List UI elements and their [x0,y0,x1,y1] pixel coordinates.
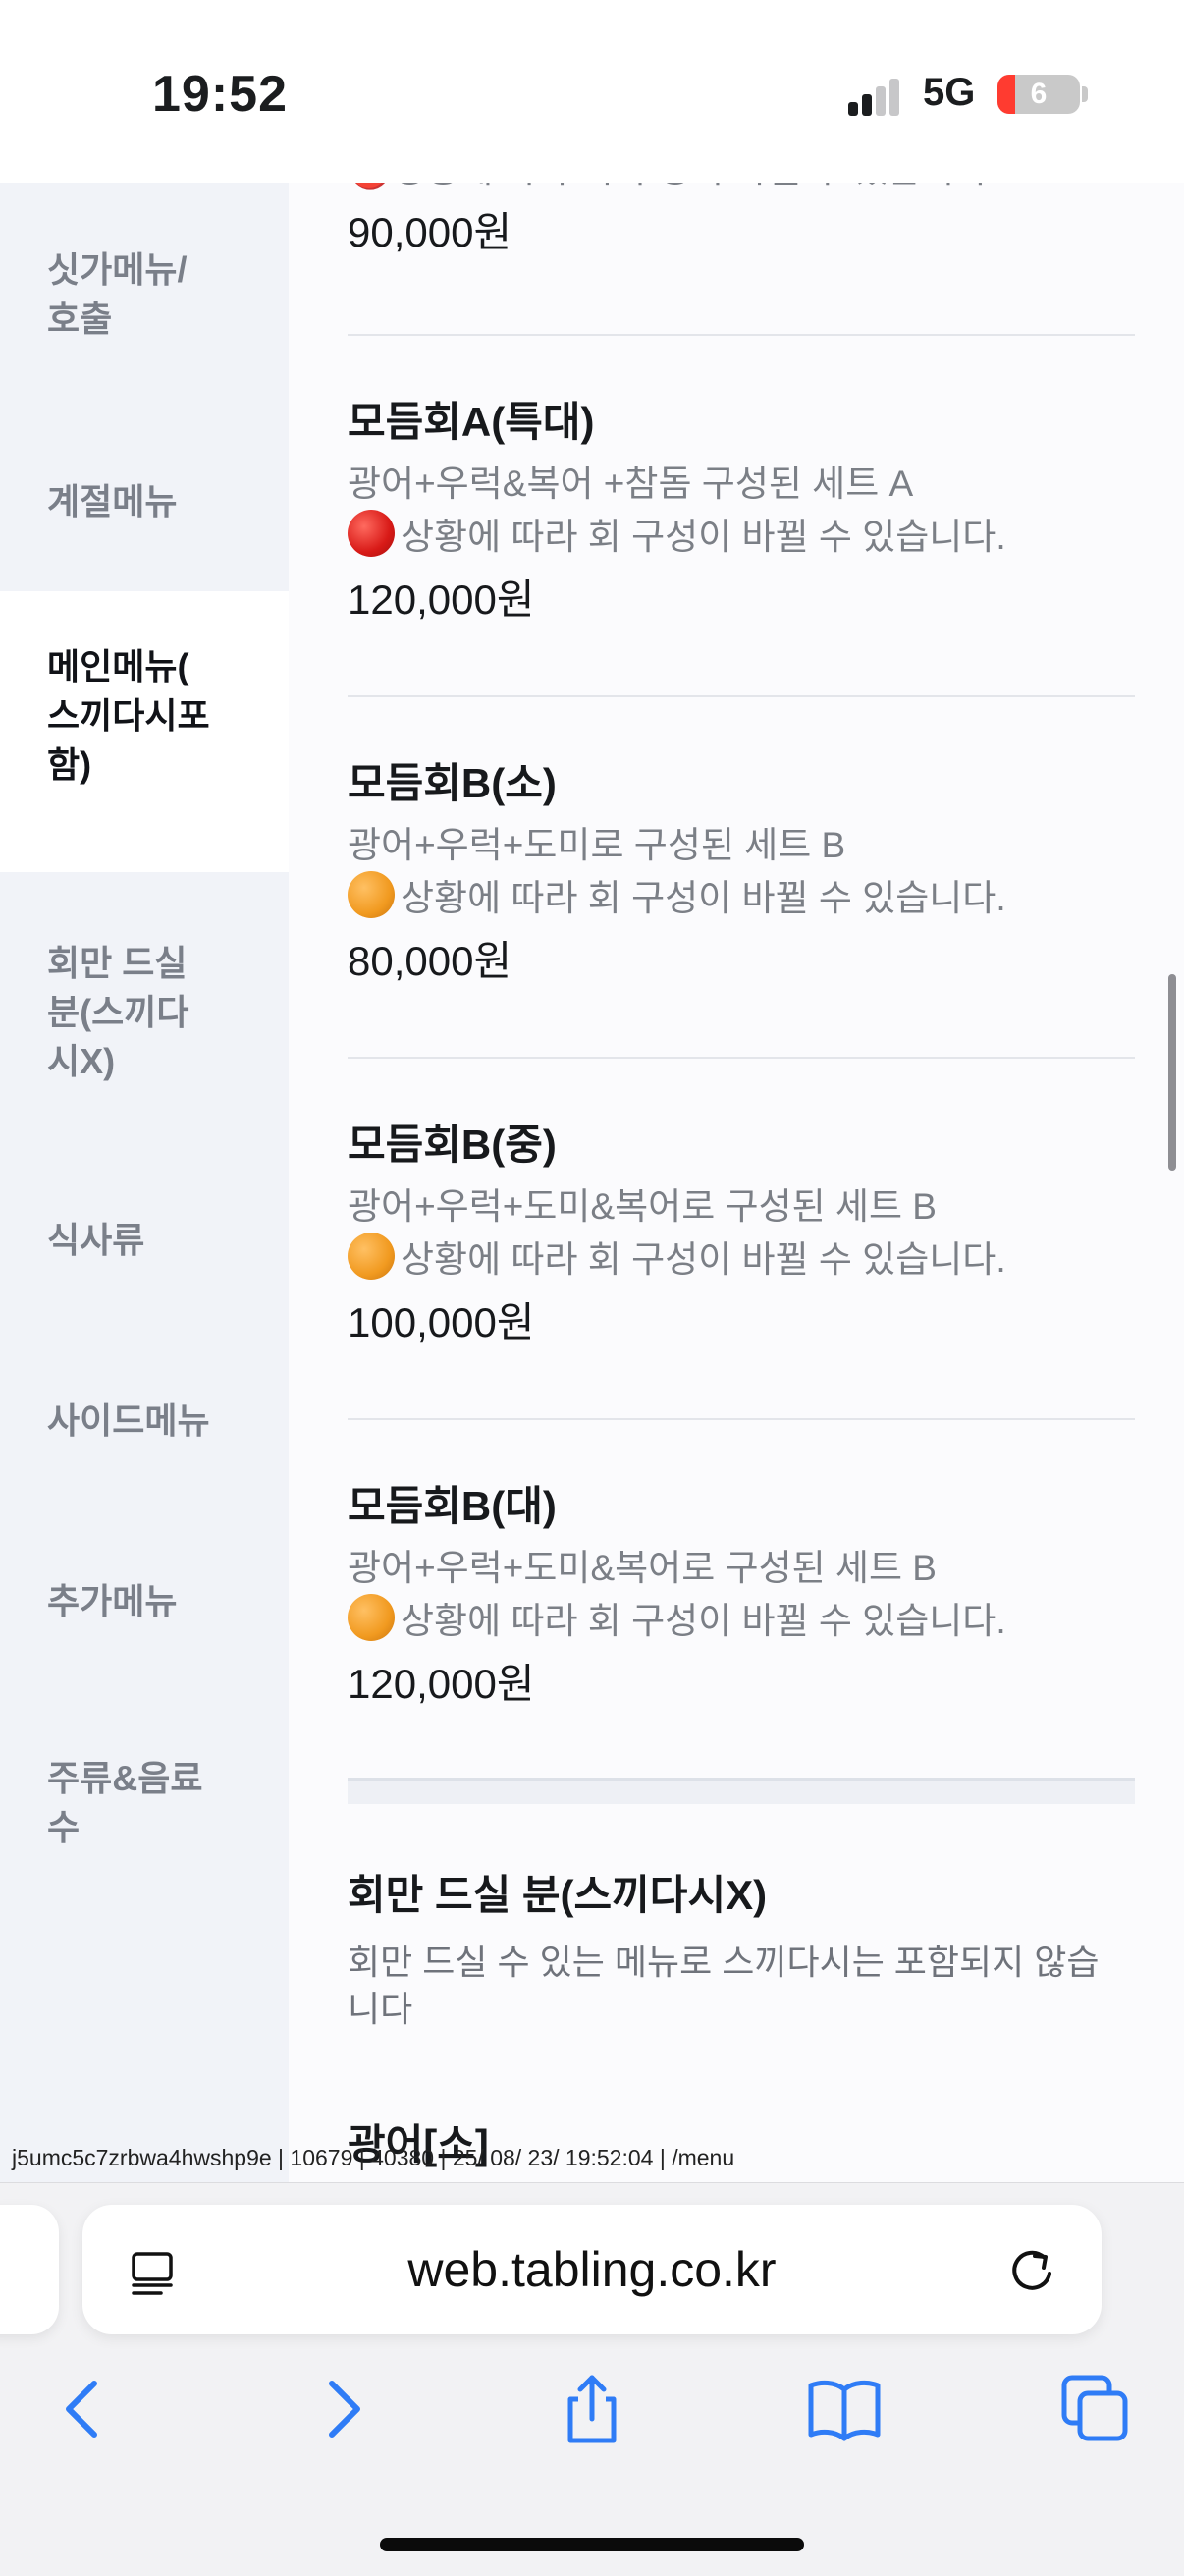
status-bar: 19:52 5G 6 [0,0,1184,183]
menu-item-name: 모듬회A(특대) [348,399,595,445]
menu-item-price: 120,000원 [348,576,535,623]
sidebar-item-label: 메인메뉴( 스끼다시포 함) [47,646,210,785]
menu-item[interactable]: 모듬회A(특대) 광어+우럭&복어 +참돔 구성된 세트 A 상황에 따라 회 … [348,397,1135,626]
browser-toolbar: web.tabling.co.kr [0,2182,1184,2576]
network-type: 5G [923,71,976,114]
tabs-icon[interactable] [1056,2370,1135,2448]
sidebar-item-extra-menu[interactable]: 추가메뉴 [0,1577,289,1626]
divider [348,334,1135,336]
battery-tip [1082,86,1088,102]
menu-item-price: 90,000원 [348,209,512,255]
menu-item[interactable]: 모듬회B(중) 광어+우럭+도미&복어로 구성된 세트 B 상황에 따라 회 구… [348,1120,1135,1348]
battery-level: 6 [1030,78,1048,110]
previous-tab-preview[interactable] [0,2205,59,2334]
menu-item-note: 상황에 따라 회 구성이 바뀔 수 있습니다. [348,871,1135,924]
menu-item-partial[interactable]: 🔴상황에 따라 회 구성이 바뀔 수 있습니다. 90,000원 [348,183,1135,258]
menu-item-note: 🔴상황에 따라 회 구성이 바뀔 수 있습니다. [348,183,1135,195]
menu-item-note-text: 상황에 따라 회 구성이 바뀔 수 있습니다. [401,517,1006,557]
sidebar-item-seasonal[interactable]: 계절메뉴 [0,477,289,526]
home-indicator [380,2538,804,2551]
back-icon[interactable] [45,2370,124,2448]
menu-item-note: 상황에 따라 회 구성이 바뀔 수 있습니다. [348,1594,1135,1647]
menu-item-desc: 광어+우럭+도미&복어로 구성된 세트 B 상황에 따라 회 구성이 바뀔 수 … [348,1542,1135,1647]
sidebar-item-side-menu[interactable]: 사이드메뉴 [0,1397,289,1446]
menu-item-desc-line: 광어+우럭+도미로 구성된 세트 B [348,825,846,865]
menu-item-desc-line: 광어+우럭&복어 +참돔 구성된 세트 A [348,464,914,504]
red-circle-icon [348,510,395,557]
book-icon[interactable] [805,2370,884,2448]
sidebar-item-label: 회만 드실 분(스끼다 시X) [47,943,189,1081]
debug-info: j5umc5c7zrbwa4hwshp9e | 10679 | 40380 | … [12,2145,735,2170]
sidebar-item-label: 추가메뉴 [47,1581,178,1621]
menu-item-note-text: 상황에 따라 회 구성이 바뀔 수 있습니다. [401,1601,1006,1641]
orange-circle-icon [348,1594,395,1641]
sidebar-item-sashimi-only[interactable]: 회만 드실 분(스끼다 시X) [0,939,289,1086]
menu-item-name: 모듬회B(소) [348,760,557,806]
menu-item[interactable]: 모듬회B(소) 광어+우럭+도미로 구성된 세트 B 상황에 따라 회 구성이 … [348,758,1135,987]
battery-icon: 6 [997,75,1080,114]
divider [348,1057,1135,1059]
menu-item-desc-line: 광어+우럭+도미&복어로 구성된 세트 B [348,1548,937,1588]
sidebar-item-label: 사이드메뉴 [47,1400,210,1441]
menu-item[interactable]: 모듬회B(대) 광어+우럭+도미&복어로 구성된 세트 B 상황에 따라 회 구… [348,1481,1135,1710]
menu-item-price: 100,000원 [348,1299,535,1345]
sidebar-item-market-price[interactable]: 싯가메뉴/ 호출 [0,246,289,344]
menu-item-desc: 광어+우럭&복어 +참돔 구성된 세트 A 상황에 따라 회 구성이 바뀔 수 … [348,458,1135,563]
scrollbar[interactable] [1168,974,1176,1171]
menu-item-desc: 광어+우럭+도미&복어로 구성된 세트 B 상황에 따라 회 구성이 바뀔 수 … [348,1180,1135,1286]
menu-item-desc: 광어+우럭+도미로 구성된 세트 B 상황에 따라 회 구성이 바뀔 수 있습니… [348,819,1135,924]
reload-icon[interactable] [1005,2244,1058,2297]
sidebar-item-label: 주류&음료 수 [47,1758,203,1847]
cellular-signal-icon [848,77,907,116]
sidebar-item-meals[interactable]: 식사류 [0,1216,289,1265]
section-divider [348,1778,1135,1804]
section-title: 회만 드실 분(스끼다시X) [348,1872,768,1918]
sidebar-item-label: 식사류 [47,1220,145,1260]
address-bar[interactable]: web.tabling.co.kr [82,2205,1102,2334]
section-description: 회만 드실 수 있는 메뉴로 스끼다시는 포함되지 않습 니다 [348,1942,1100,2029]
category-sidebar: 싯가메뉴/ 호출 계절메뉴 메인메뉴( 스끼다시포 함) 회만 드실 분(스끼다… [0,183,289,2182]
sidebar-item-main-menu[interactable]: 메인메뉴( 스끼다시포 함) [0,591,289,872]
menu-item-name: 모듬회B(대) [348,1483,557,1529]
menu-item-note: 상황에 따라 회 구성이 바뀔 수 있습니다. [348,1233,1135,1286]
menu-item-price: 120,000원 [348,1661,535,1707]
sidebar-item-label: 싯가메뉴/ 호출 [47,249,188,339]
status-time: 19:52 [152,66,288,123]
orange-circle-icon [348,1233,395,1280]
divider [348,1418,1135,1420]
divider [348,695,1135,697]
menu-item-note-text: 상황에 따라 회 구성이 바뀔 수 있습니다. [401,1239,1006,1280]
share-icon[interactable] [553,2370,631,2448]
sidebar-item-label: 계절메뉴 [47,481,178,521]
orange-circle-icon [348,871,395,918]
url-text[interactable]: web.tabling.co.kr [82,2205,1102,2334]
forward-icon[interactable] [302,2370,381,2448]
menu-item-note-text: 상황에 따라 회 구성이 바뀔 수 있습니다. [401,878,1006,918]
sidebar-item-drinks[interactable]: 주류&음료 수 [0,1754,289,1852]
menu-item-desc-line: 광어+우럭+도미&복어로 구성된 세트 B [348,1186,937,1227]
menu-list: 🔴상황에 따라 회 구성이 바뀔 수 있습니다. 90,000원 모듬회A(특대… [289,183,1184,2182]
menu-item-note: 상황에 따라 회 구성이 바뀔 수 있습니다. [348,510,1135,563]
menu-item-name: 모듬회B(중) [348,1122,557,1168]
menu-item-price: 80,000원 [348,938,512,984]
